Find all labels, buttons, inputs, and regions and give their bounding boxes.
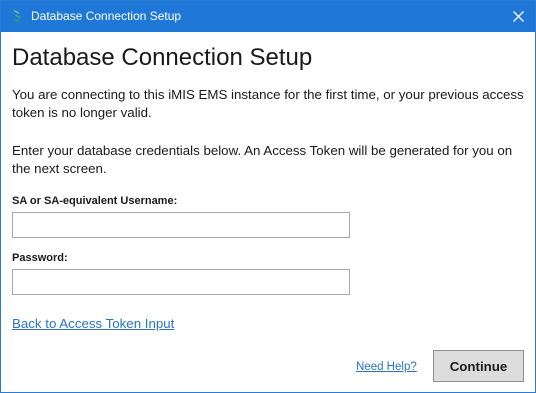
password-field[interactable] — [12, 269, 350, 295]
dialog-window: Database Connection Setup Database Conne… — [0, 0, 536, 393]
dialog-body: Database Connection Setup You are connec… — [1, 32, 535, 392]
username-field[interactable] — [12, 212, 350, 238]
page-title: Database Connection Setup — [12, 44, 313, 71]
close-button[interactable] — [501, 1, 535, 32]
imis-logo-icon — [13, 10, 21, 22]
close-icon — [513, 11, 524, 22]
back-to-token-link[interactable]: Back to Access Token Input — [12, 315, 174, 333]
continue-button[interactable]: Continue — [433, 350, 524, 382]
window-title: Database Connection Setup — [31, 9, 182, 23]
password-label: Password: — [12, 252, 68, 264]
username-label: SA or SA-equivalent Username: — [12, 195, 178, 207]
instructions-text: Enter your database credentials below. A… — [12, 143, 513, 176]
title-bar[interactable]: Database Connection Setup — [1, 1, 535, 32]
intro-text: You are connecting to this iMIS EMS inst… — [12, 87, 524, 120]
need-help-link[interactable]: Need Help? — [356, 360, 417, 374]
